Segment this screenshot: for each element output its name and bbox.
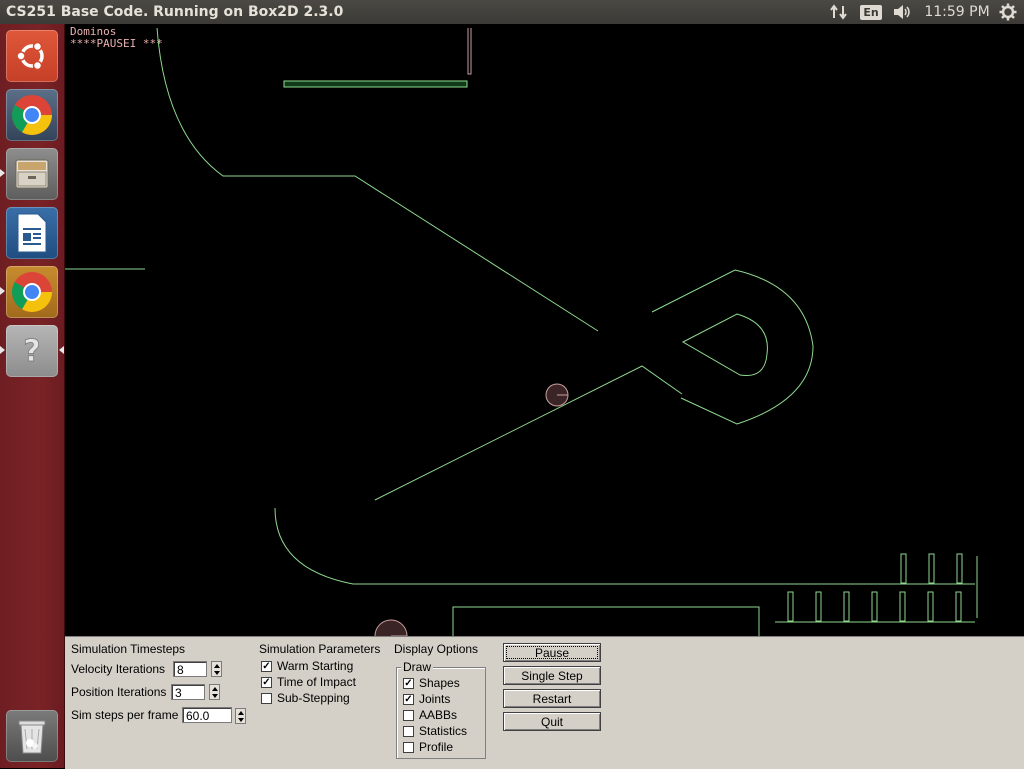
launcher: ? <box>0 24 65 768</box>
network-icon[interactable] <box>828 0 850 24</box>
window-title: CS251 Base Code. Running on Box2D 2.3.0 <box>6 4 344 20</box>
vertical-rod <box>467 28 472 75</box>
restart-button[interactable]: Restart <box>503 689 601 708</box>
velocity-iterations-label: Velocity Iterations <box>71 662 166 676</box>
aabbs-label: AABBs <box>419 708 458 722</box>
control-panel: Simulation Timesteps Velocity Iterations… <box>65 636 1024 769</box>
keyboard-layout-label: En <box>860 4 882 20</box>
single-step-button[interactable]: Single Step <box>503 666 601 685</box>
domino <box>899 591 906 622</box>
domino <box>871 591 878 622</box>
position-iterations-field[interactable]: 3 <box>171 684 205 700</box>
velocity-iterations-spinner[interactable] <box>211 661 222 677</box>
trash-icon <box>18 720 46 754</box>
profile-checkbox[interactable] <box>403 742 414 753</box>
writer-launcher-button[interactable] <box>6 207 58 259</box>
domino <box>928 553 935 584</box>
top-panel: CS251 Base Code. Running on Box2D 2.3.0 … <box>0 0 1024 24</box>
domino <box>955 591 962 622</box>
running-indicator <box>0 346 5 354</box>
shapes-checkbox[interactable]: ✓ <box>403 678 414 689</box>
ubuntu-logo-icon <box>16 41 44 71</box>
warm-starting-checkbox[interactable]: ✓ <box>261 661 272 672</box>
dash-home-button[interactable] <box>6 30 58 82</box>
shapes-label: Shapes <box>419 676 460 690</box>
warm-starting-label: Warm Starting <box>277 659 354 673</box>
top-curved-ramp <box>156 27 599 332</box>
chrome-launcher-button[interactable] <box>6 266 58 318</box>
diagonal-ramp <box>374 365 683 501</box>
chrome-icon <box>12 95 52 135</box>
file-cabinet-icon <box>15 159 49 189</box>
loop-inner <box>681 313 768 377</box>
volume-icon[interactable] <box>890 0 914 24</box>
sub-stepping-checkbox[interactable] <box>261 693 272 704</box>
joints-checkbox[interactable]: ✓ <box>403 694 414 705</box>
loop-outer <box>651 269 814 425</box>
joints-label: Joints <box>419 692 451 706</box>
domino <box>900 553 907 584</box>
files-launcher-button[interactable] <box>6 148 58 200</box>
keyboard-layout-indicator[interactable]: En <box>860 0 882 24</box>
timesteps-heading: Simulation Timesteps <box>71 642 186 656</box>
clock[interactable]: 11:59 PM <box>924 0 990 24</box>
steps-per-frame-field[interactable]: 60.0 <box>182 707 232 723</box>
simulation-drawing <box>65 27 978 636</box>
question-mark-icon: ? <box>23 334 41 369</box>
domino <box>787 591 794 622</box>
top-platform <box>283 80 468 88</box>
position-iterations-label: Position Iterations <box>71 685 167 699</box>
quit-button[interactable]: Quit <box>503 712 601 731</box>
bottom-curved-ramp <box>274 507 975 585</box>
time-of-impact-label: Time of Impact <box>277 675 356 689</box>
simulation-canvas[interactable]: Dominos ****PAUSEI *** <box>65 24 1024 636</box>
aabbs-checkbox[interactable] <box>403 710 414 721</box>
sub-stepping-label: Sub-Stepping <box>277 691 350 705</box>
chromium-launcher-button[interactable] <box>6 89 58 141</box>
running-indicator <box>0 169 5 177</box>
chrome-icon <box>12 272 52 312</box>
domino <box>956 553 963 584</box>
statistics-checkbox[interactable] <box>403 726 414 737</box>
steps-per-frame-spinner[interactable] <box>235 708 246 724</box>
unknown-app-launcher-button[interactable]: ? <box>6 325 58 377</box>
pause-button[interactable]: Pause <box>503 643 601 662</box>
bottom-box <box>452 606 760 636</box>
domino <box>815 591 822 622</box>
draw-group-label: Draw <box>401 660 434 674</box>
domino <box>927 591 934 622</box>
display-options-heading: Display Options <box>394 642 479 656</box>
document-icon <box>17 213 47 253</box>
gear-icon[interactable] <box>996 0 1020 24</box>
bottom-ball <box>374 619 408 636</box>
time-of-impact-checkbox[interactable]: ✓ <box>261 677 272 688</box>
profile-label: Profile <box>419 740 454 754</box>
statistics-label: Statistics <box>419 724 468 738</box>
parameters-heading: Simulation Parameters <box>259 642 381 656</box>
domino <box>843 591 850 622</box>
ball <box>545 383 569 407</box>
velocity-iterations-field[interactable]: 8 <box>173 661 207 677</box>
running-indicator <box>0 287 5 295</box>
svg-text:?: ? <box>23 334 40 369</box>
position-iterations-spinner[interactable] <box>209 684 220 700</box>
focused-indicator <box>59 346 64 354</box>
pause-status: ****PAUSEI *** <box>70 37 163 50</box>
trash-launcher-button[interactable] <box>6 710 58 762</box>
steps-per-frame-label: Sim steps per frame <box>71 708 179 722</box>
